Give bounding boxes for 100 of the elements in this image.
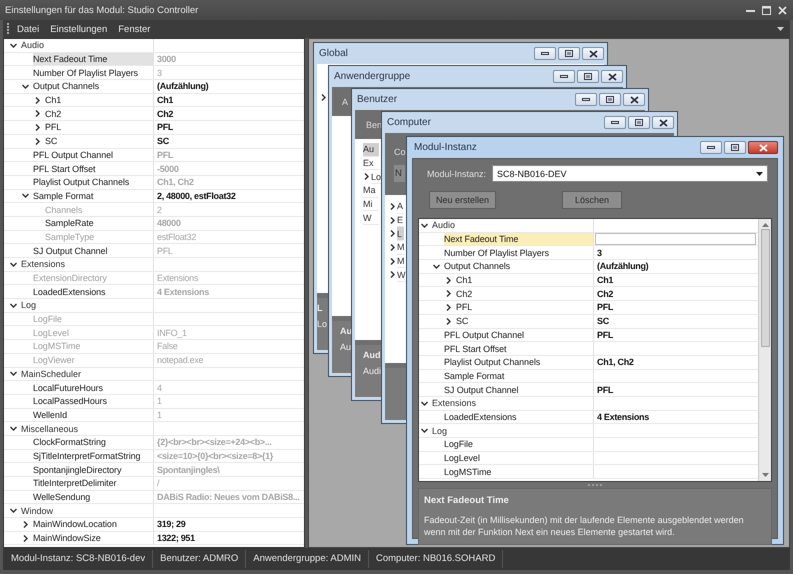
grid-row[interactable]: M xyxy=(397,254,404,268)
chevron-right-icon[interactable] xyxy=(34,110,41,118)
chevron-down-icon[interactable] xyxy=(10,42,17,49)
chevron-right-icon[interactable] xyxy=(389,216,396,224)
property-name[interactable]: LoadedExtensions xyxy=(444,410,594,424)
menu-item[interactable]: Einstellungen xyxy=(50,24,108,34)
property-name[interactable]: PFL xyxy=(456,301,594,314)
scroll-up-icon[interactable] xyxy=(762,223,768,227)
maximize-button[interactable] xyxy=(577,70,599,83)
chevron-right-icon[interactable] xyxy=(34,138,41,145)
chevron-right-icon[interactable] xyxy=(34,96,41,104)
close-button[interactable] xyxy=(748,141,778,154)
maximize-icon[interactable] xyxy=(762,6,771,14)
chevron-down-icon[interactable] xyxy=(421,222,428,229)
minimize-icon[interactable] xyxy=(746,8,755,12)
scrollbar[interactable] xyxy=(758,219,771,481)
property-name[interactable]: Ch2 xyxy=(456,287,594,300)
property-name[interactable]: LocalFutureHours xyxy=(33,381,154,394)
maximize-button[interactable] xyxy=(724,141,746,154)
property-name[interactable]: Sample Format xyxy=(444,370,594,382)
property-name[interactable]: WellenId xyxy=(33,408,154,422)
action-button[interactable]: Neu erstellen xyxy=(429,191,496,209)
minimize-button[interactable] xyxy=(604,116,626,129)
minimize-button[interactable] xyxy=(534,47,556,60)
property-name[interactable]: Output Channels xyxy=(33,80,154,93)
maximize-button[interactable] xyxy=(558,47,580,60)
property-name[interactable]: ClockFormatString xyxy=(33,436,154,449)
property-name[interactable]: LogLevel xyxy=(444,452,594,464)
close-button[interactable] xyxy=(582,47,604,60)
property-name[interactable]: PFL Output Channel xyxy=(33,148,154,162)
close-button[interactable] xyxy=(652,116,674,129)
chevron-right-icon[interactable] xyxy=(389,258,396,265)
property-name[interactable]: Number Of Playlist Players xyxy=(444,246,594,260)
close-icon[interactable] xyxy=(778,6,787,14)
chevron-right-icon[interactable] xyxy=(389,271,396,278)
menu-item[interactable]: Datei xyxy=(17,24,40,34)
maximize-button[interactable] xyxy=(599,93,621,106)
chevron-right-icon[interactable] xyxy=(363,173,370,180)
property-name[interactable]: Sample Format xyxy=(33,190,154,202)
minimize-button[interactable] xyxy=(700,141,722,154)
grid-row[interactable]: L xyxy=(397,227,404,242)
property-name[interactable]: Next Fadeout Time xyxy=(33,52,154,66)
grid-row[interactable]: Mi xyxy=(363,198,379,212)
property-name[interactable]: TitleInterpretDelimiter xyxy=(33,477,154,490)
property-name[interactable]: MainWindowLocation xyxy=(33,518,154,531)
property-name[interactable]: Number Of Playlist Players xyxy=(33,66,154,80)
chevron-down-icon[interactable] xyxy=(421,400,428,407)
property-name[interactable]: PFL xyxy=(45,121,154,134)
scrollbar-thumb[interactable] xyxy=(760,229,770,347)
chevron-down-icon[interactable] xyxy=(10,425,17,432)
chevron-down-icon[interactable] xyxy=(22,192,29,200)
new-button[interactable]: N xyxy=(394,164,405,182)
property-name[interactable]: LogMSTime xyxy=(444,465,594,478)
chevron-down-icon[interactable] xyxy=(10,302,17,309)
chevron-right-icon[interactable] xyxy=(389,244,396,251)
caret-icon[interactable] xyxy=(777,27,784,31)
action-button[interactable]: Löschen xyxy=(562,191,622,209)
property-name[interactable]: LocalPassedHours xyxy=(33,394,154,408)
property-name[interactable]: SJ Output Channel xyxy=(444,383,594,396)
instance-dropdown[interactable]: SC8-NB016-DEV xyxy=(492,165,768,182)
property-name[interactable]: PFL Output Channel xyxy=(444,328,594,342)
grid-row[interactable]: Au xyxy=(363,143,379,157)
property-name[interactable]: Ch2 xyxy=(45,107,154,120)
chevron-right-icon[interactable] xyxy=(445,276,452,284)
property-name[interactable]: MainWindowSize xyxy=(33,532,154,544)
property-name[interactable]: Ch1 xyxy=(456,274,594,286)
property-name[interactable]: WelleSendung xyxy=(33,490,154,504)
property-name[interactable]: LoadedExtensions xyxy=(33,285,154,298)
chevron-right-icon[interactable] xyxy=(22,534,29,542)
chevron-right-icon[interactable] xyxy=(389,202,396,210)
chevron-down-icon[interactable] xyxy=(10,260,17,268)
minimize-button[interactable] xyxy=(553,70,575,83)
value-input[interactable] xyxy=(595,233,756,246)
chevron-right-icon[interactable] xyxy=(389,230,396,238)
grid-row[interactable]: Ma xyxy=(363,184,379,198)
property-name[interactable]: SjTitleInterpretFormatString xyxy=(33,450,154,462)
property-name[interactable]: PFL Start Offset xyxy=(444,342,594,355)
chevron-down-icon[interactable] xyxy=(421,427,428,434)
menu-item[interactable]: Fenster xyxy=(118,24,150,34)
chevron-right-icon[interactable] xyxy=(445,318,452,325)
property-name[interactable]: Output Channels xyxy=(444,260,594,273)
property-name[interactable]: PFL Start Offset xyxy=(33,162,154,175)
property-name[interactable]: Playlist Output Channels xyxy=(444,356,594,369)
property-name[interactable]: SampleRate xyxy=(45,216,154,230)
chevron-right-icon[interactable] xyxy=(22,520,29,528)
grid-row[interactable]: M xyxy=(397,241,404,255)
grid-row[interactable]: A xyxy=(397,200,404,214)
chevron-down-icon[interactable] xyxy=(10,370,17,378)
chevron-right-icon[interactable] xyxy=(34,124,41,131)
chevron-right-icon[interactable] xyxy=(445,304,452,311)
property-name[interactable]: SC xyxy=(456,314,594,328)
chevron-down-icon[interactable] xyxy=(433,262,440,270)
property-name[interactable]: Next Fadeout Time xyxy=(444,232,594,246)
close-button[interactable] xyxy=(601,70,623,83)
close-button[interactable] xyxy=(623,93,645,106)
grid-row[interactable]: W xyxy=(363,211,379,226)
property-name[interactable]: SC xyxy=(45,134,154,148)
minimize-button[interactable] xyxy=(575,93,597,106)
scroll-down-icon[interactable] xyxy=(762,473,768,477)
chevron-down-icon[interactable] xyxy=(22,82,29,90)
